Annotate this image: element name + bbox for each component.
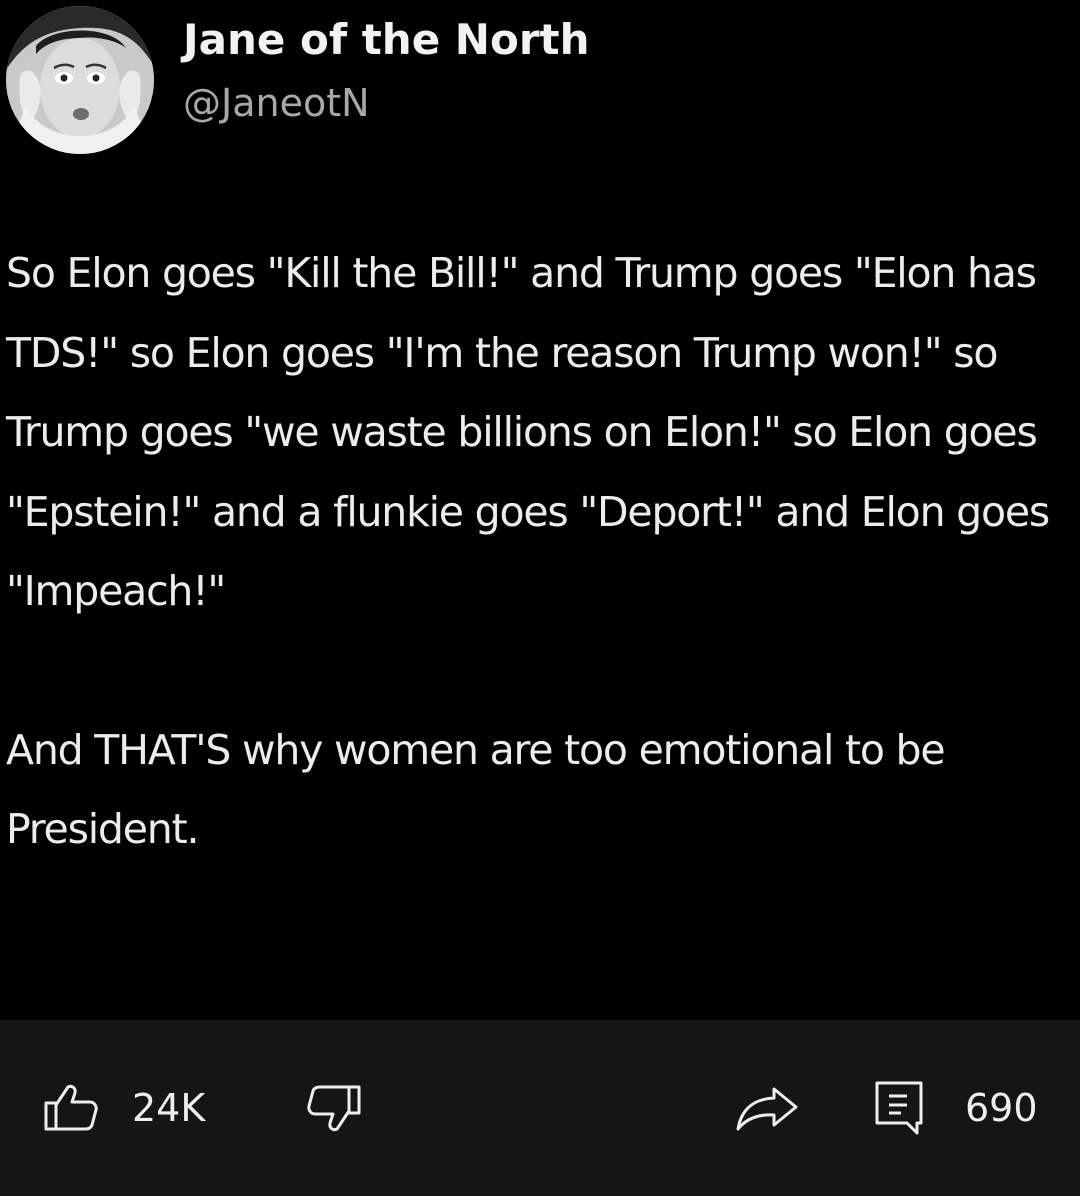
post-paragraph: And THAT'S why women are too emotional t… [6,725,946,854]
avatar[interactable] [6,6,154,154]
share-button[interactable] [734,1020,800,1196]
share-icon [736,1087,798,1131]
avatar-image [6,6,154,154]
post-body: So Elon goes "Kill the Bill!" and Trump … [6,234,1074,870]
post-card: Jane of the North @JaneotN So Elon goes … [0,0,1080,1020]
thumbs-up-icon [44,1084,98,1131]
action-bar: 24K 690 [0,1020,1080,1196]
comment-count: 690 [965,1086,1038,1130]
dislike-button[interactable] [305,1020,363,1196]
comment-icon [875,1081,923,1135]
like-button[interactable]: 24K [42,1020,205,1196]
author-handle[interactable]: @JaneotN [183,78,370,128]
comment-button[interactable]: 690 [873,1020,1038,1196]
post-paragraph: So Elon goes "Kill the Bill!" and Trump … [6,249,1050,615]
like-count: 24K [132,1086,206,1130]
author-display-name[interactable]: Jane of the North [183,14,590,66]
thumbs-down-icon [307,1085,361,1132]
